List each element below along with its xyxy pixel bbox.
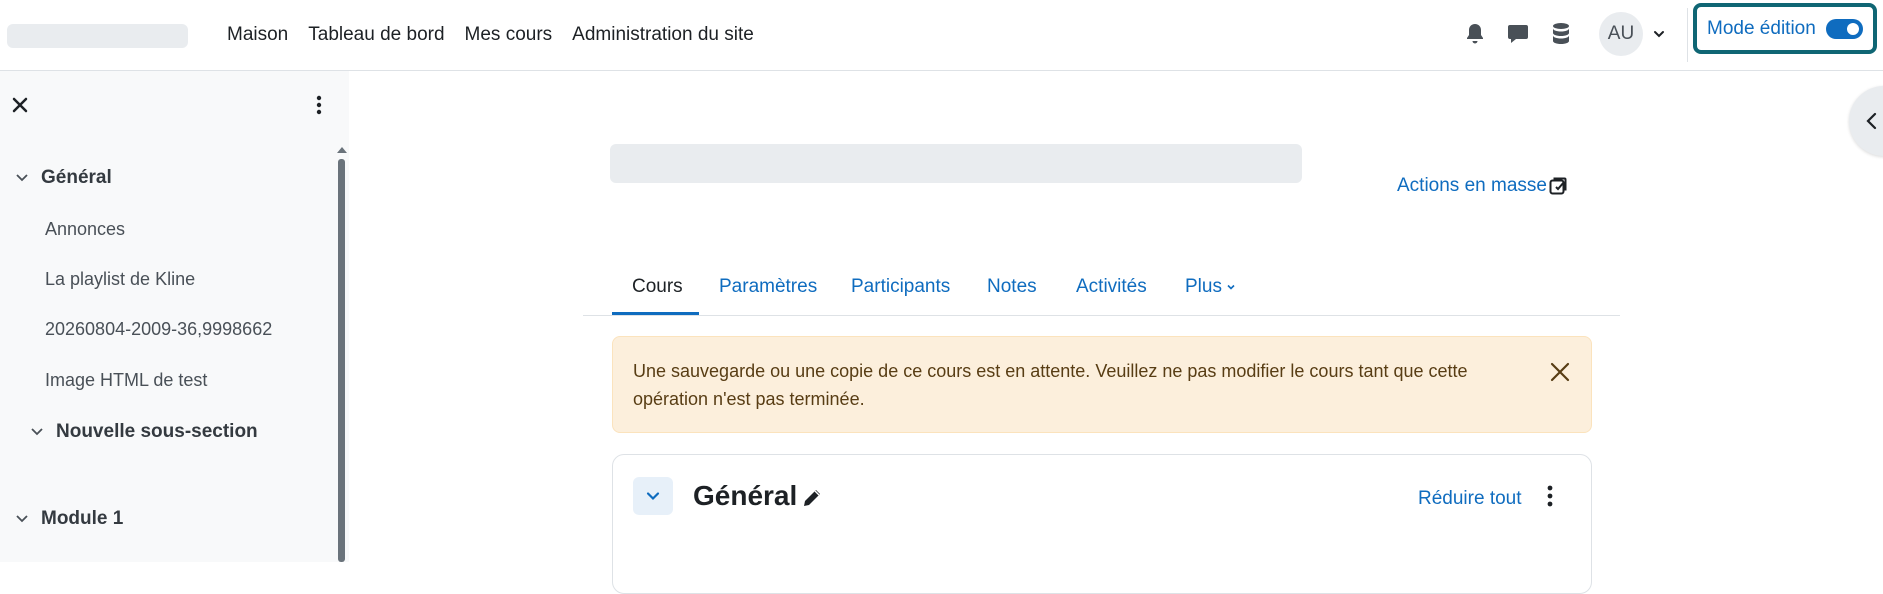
edit-mode-label: Mode édition [1707, 17, 1816, 39]
switch-knob [1846, 22, 1859, 35]
tab-activities[interactable]: Activités [1076, 258, 1147, 315]
kebab-menu-icon[interactable] [1540, 484, 1560, 508]
bell-icon[interactable] [1462, 21, 1488, 47]
course-index-drawer: Général Annonces La playlist de Kline 20… [0, 71, 349, 562]
section-label: Général [41, 167, 112, 188]
course-index-activity[interactable]: La playlist de Kline [45, 269, 195, 290]
navbar-divider [1687, 8, 1688, 62]
course-title [610, 144, 1302, 183]
pencil-icon[interactable] [800, 486, 824, 510]
nav-dashboard[interactable]: Tableau de bord [308, 24, 444, 46]
course-index-section[interactable]: Général [15, 167, 112, 189]
chevron-left-icon [1866, 112, 1877, 130]
chevron-down-icon[interactable] [15, 171, 29, 185]
course-index-section[interactable]: Module 1 [15, 508, 123, 530]
course-index-subsection[interactable]: Nouvelle sous-section [30, 421, 258, 443]
edit-mode-toggle[interactable]: Mode édition [1693, 3, 1877, 54]
user-avatar[interactable]: AU [1599, 12, 1643, 56]
tab-more[interactable]: Plus [1185, 258, 1237, 315]
edit-square-icon [1549, 177, 1567, 195]
course-index-activity[interactable]: Annonces [45, 219, 125, 240]
chevron-down-icon[interactable] [15, 512, 29, 526]
chevron-down-icon[interactable] [1650, 25, 1668, 43]
drawer-scrollbar[interactable] [338, 159, 345, 562]
alert-message: Une sauvegarde ou une copie de ce cours … [633, 361, 1468, 409]
bulk-actions-link[interactable]: Actions en masse [1397, 175, 1567, 197]
active-tab-indicator [612, 312, 699, 315]
bulk-actions-label: Actions en masse [1397, 175, 1547, 196]
chat-icon[interactable] [1505, 21, 1531, 47]
top-navbar: Maison Tableau de bord Mes cours Adminis… [0, 0, 1883, 71]
backup-pending-alert: Une sauvegarde ou une copie de ce cours … [612, 336, 1592, 433]
primary-navigation: Maison Tableau de bord Mes cours Adminis… [227, 0, 774, 70]
chevron-down-icon[interactable] [30, 425, 44, 439]
collapse-all-link[interactable]: Réduire tout [1418, 488, 1522, 510]
tab-grades[interactable]: Notes [987, 258, 1037, 315]
subsection-label: Nouvelle sous-section [56, 421, 258, 442]
open-block-drawer-button[interactable] [1849, 86, 1883, 156]
course-index-activity[interactable]: 20260804-2009-36,9998662 [45, 319, 272, 340]
nav-site-admin[interactable]: Administration du site [572, 24, 754, 46]
course-section-card [612, 454, 1592, 594]
nav-home[interactable]: Maison [227, 24, 288, 46]
close-icon[interactable] [10, 95, 30, 115]
section-collapse-button[interactable] [633, 477, 673, 515]
section-title: Général [693, 480, 798, 511]
tab-settings[interactable]: Paramètres [719, 258, 817, 315]
tab-more-label: Plus [1185, 275, 1222, 297]
chevron-down-icon [1227, 284, 1235, 290]
kebab-menu-icon[interactable] [309, 94, 329, 116]
site-logo[interactable] [7, 24, 188, 48]
scroll-up-arrow[interactable] [337, 147, 347, 153]
edit-mode-switch[interactable] [1825, 18, 1863, 39]
close-icon[interactable] [1548, 360, 1572, 384]
secondary-navigation: Cours Paramètres Participants Notes Acti… [583, 258, 1620, 316]
database-icon[interactable] [1548, 21, 1574, 47]
course-index-activity[interactable]: Image HTML de test [45, 370, 207, 391]
nav-my-courses[interactable]: Mes cours [465, 24, 553, 46]
tab-participants[interactable]: Participants [851, 258, 950, 315]
chevron-down-icon [646, 492, 660, 501]
section-label: Module 1 [41, 508, 124, 529]
user-initials: AU [1607, 23, 1635, 44]
tab-course[interactable]: Cours [632, 258, 683, 315]
